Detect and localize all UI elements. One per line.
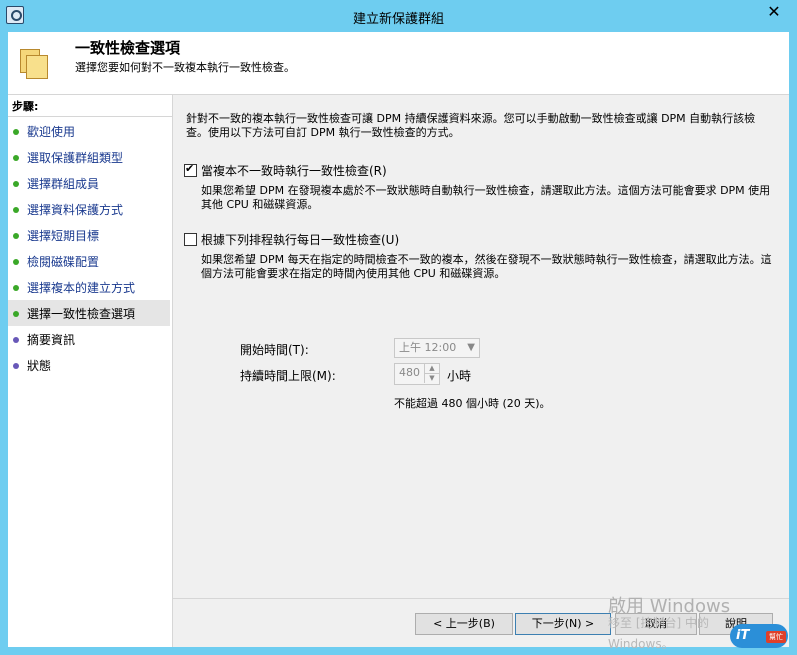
option-daily-check-checkbox[interactable] — [184, 233, 197, 246]
step-status-dot-icon — [13, 155, 19, 161]
wizard-header: 一致性檢查選項 選擇您要如何對不一致複本執行一致性檢查。 — [8, 32, 789, 95]
duration-stepper[interactable]: 480 ▲ ▼ — [394, 363, 440, 385]
step-label: 摘要資訊 — [27, 333, 76, 347]
start-time-select[interactable]: 上午 12:00 ▼ — [394, 338, 480, 358]
steps-heading: 步驟: — [12, 100, 39, 113]
step-status-dot-icon — [13, 311, 19, 317]
step-label: 選擇複本的建立方式 — [27, 281, 136, 295]
step-status-dot-icon — [13, 129, 19, 135]
step-status-dot-icon — [13, 337, 19, 343]
sidebar-divider — [8, 116, 172, 117]
step-label: 選擇群組成員 — [27, 177, 100, 191]
step-status-dot-icon — [13, 233, 19, 239]
option-daily-check-label[interactable]: 根據下列排程執行每日一致性檢查(U) — [201, 231, 399, 248]
title-bar[interactable]: 建立新保護群組 ✕ — [0, 0, 797, 32]
ithome-tag: 幫忙 — [766, 631, 786, 643]
next-button[interactable]: 下一步(N) > — [515, 613, 611, 635]
step-item[interactable]: 選擇複本的建立方式 — [8, 274, 170, 300]
back-button[interactable]: < 上一步(B) — [415, 613, 513, 635]
step-item[interactable]: 選取保護群組類型 — [8, 144, 170, 170]
page-title: 一致性檢查選項 — [75, 39, 181, 57]
step-label: 歡迎使用 — [27, 125, 76, 139]
step-status-dot-icon — [13, 181, 19, 187]
duration-label: 持續時間上限(M): — [240, 369, 336, 383]
chevron-down-icon: ▼ — [467, 342, 475, 353]
ithome-brand: iT — [736, 628, 750, 643]
step-label: 選擇一致性檢查選項 — [27, 307, 136, 321]
step-label: 狀態 — [27, 359, 52, 373]
step-status-dot-icon — [13, 363, 19, 369]
option-auto-check-label[interactable]: 當複本不一致時執行一致性檢查(R) — [201, 162, 387, 179]
duration-limit-note: 不能超過 480 個小時 (20 天)。 — [394, 397, 551, 410]
close-button[interactable]: ✕ — [757, 1, 791, 23]
folder-icon — [20, 49, 48, 79]
step-item: 狀態 — [8, 352, 170, 378]
step-label: 選取保護群組類型 — [27, 151, 124, 165]
step-item[interactable]: 選擇群組成員 — [8, 170, 170, 196]
step-item-current[interactable]: 選擇一致性檢查選項 — [8, 300, 170, 326]
window-title: 建立新保護群組 — [352, 12, 444, 27]
consistency-options-panel: 針對不一致的複本執行一致性檢查可讓 DPM 持續保護資料來源。您可以手動啟動一致… — [173, 95, 789, 647]
step-item[interactable]: 選擇短期目標 — [8, 222, 170, 248]
option-auto-check-description: 如果您希望 DPM 在發現複本處於不一致狀態時自動執行一致性檢查，請選取此方法。… — [201, 184, 771, 211]
step-item[interactable]: 歡迎使用 — [8, 118, 170, 144]
step-item: 摘要資訊 — [8, 326, 170, 352]
option-daily-check-description: 如果您希望 DPM 每天在指定的時間檢查不一致的複本，然後在發現不一致狀態時執行… — [201, 253, 772, 280]
step-status-dot-icon — [13, 207, 19, 213]
decrement-arrow-icon[interactable]: ▼ — [424, 374, 439, 383]
wizard-client-area: 一致性檢查選項 選擇您要如何對不一致複本執行一致性檢查。 步驟: 歡迎使用 選取… — [8, 32, 789, 647]
step-label: 選擇短期目標 — [27, 229, 100, 243]
activate-windows-hint-2: Windows。 — [608, 637, 674, 651]
duration-value: 480 — [399, 366, 420, 379]
steps-sidebar: 步驟: 歡迎使用 選取保護群組類型 選擇群組成員 選擇資料保護方式 選擇短期目標… — [8, 95, 173, 647]
step-item[interactable]: 檢閱磁碟配置 — [8, 248, 170, 274]
duration-unit: 小時 — [447, 369, 472, 383]
start-time-label: 開始時間(T): — [240, 343, 309, 357]
step-status-dot-icon — [13, 285, 19, 291]
page-subtitle: 選擇您要如何對不一致複本執行一致性檢查。 — [75, 61, 295, 74]
activate-windows-hint: 移至 [控制台] 中的 — [608, 616, 709, 630]
step-label: 檢閱磁碟配置 — [27, 255, 100, 269]
intro-text: 針對不一致的複本執行一致性檢查可讓 DPM 持續保護資料來源。您可以手動啟動一致… — [186, 112, 756, 139]
step-status-dot-icon — [13, 259, 19, 265]
increment-arrow-icon[interactable]: ▲ — [424, 364, 439, 374]
step-label: 選擇資料保護方式 — [27, 203, 124, 217]
step-item[interactable]: 選擇資料保護方式 — [8, 196, 170, 222]
ithome-logo: iT 幫忙 — [730, 624, 790, 650]
start-time-value: 上午 12:00 — [399, 341, 457, 354]
option-auto-check-checkbox[interactable] — [184, 162, 197, 177]
